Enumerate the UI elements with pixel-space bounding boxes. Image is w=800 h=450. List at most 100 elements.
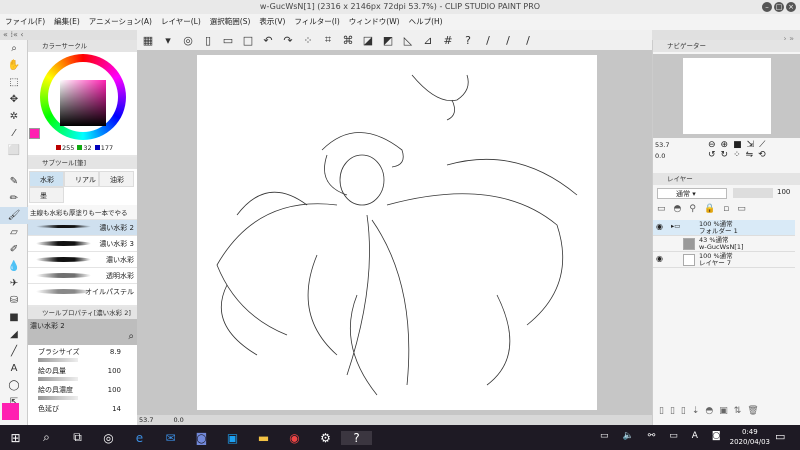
layer-row-folder[interactable]: ◉ ▸▭ 100 %通常 フォルダー 1 <box>653 220 795 236</box>
move-tool-icon[interactable]: ✥ <box>0 91 28 108</box>
discord-icon[interactable]: ◙ <box>186 431 217 445</box>
pen-tool-icon[interactable]: ✎ <box>0 173 28 190</box>
saturation-value-square[interactable] <box>60 80 106 126</box>
menu-help[interactable]: ヘルプ(H) <box>409 14 443 30</box>
notification-icon[interactable]: ▭ <box>775 430 785 443</box>
search-icon[interactable]: ⌕ <box>31 430 62 445</box>
prop-slider[interactable] <box>38 396 78 400</box>
file-explorer-icon[interactable]: ▬ <box>248 431 279 445</box>
figure-tool-icon[interactable]: ◢ <box>0 326 28 343</box>
crop-icon[interactable]: ⌗ <box>321 33 335 47</box>
eyedropper-icon[interactable]: ⁄ <box>0 125 28 142</box>
eraser-tool-icon[interactable]: ▱ <box>0 224 28 241</box>
mail-icon[interactable]: ✉ <box>155 431 186 445</box>
clock[interactable]: 0:49 2020/04/03 <box>730 427 770 447</box>
maximize-button[interactable]: □ <box>774 2 784 12</box>
brush-item[interactable]: 透明水彩 <box>28 267 137 283</box>
layer-row[interactable]: 43 %通常 w-GucWsN[1] <box>653 236 795 252</box>
prop-slider[interactable] <box>38 377 78 381</box>
selection-icon[interactable]: ⬜ <box>0 142 28 159</box>
operation-tool-icon[interactable]: ⬚ <box>0 74 28 91</box>
minimize-button[interactable]: – <box>762 2 772 12</box>
layer-bottom-toolbar[interactable]: ▯▯▯⇣◓▣⇅🗑 <box>659 406 765 416</box>
layer-toolbar[interactable]: ▭◓⚲🔒▫▭ <box>657 204 754 214</box>
eye-icon[interactable]: ◉ <box>656 255 663 263</box>
undo-icon[interactable]: ↶ <box>261 34 275 47</box>
pen-icon-2[interactable]: / <box>501 34 515 47</box>
clear-icon[interactable]: ◪ <box>361 34 375 47</box>
redo-icon[interactable]: ↷ <box>281 34 295 47</box>
tool-property-tab[interactable]: ツールプロパティ[濃い水彩 2] <box>28 307 137 319</box>
category-ink[interactable]: 墨 <box>29 187 64 203</box>
magnify-icon[interactable]: ⌕ <box>128 331 134 342</box>
save-icon[interactable]: □ <box>241 34 255 47</box>
prop-paint-amount[interactable]: 絵の具量 100 <box>28 364 137 383</box>
category-oil[interactable]: 油彩 <box>99 171 134 187</box>
prop-slider[interactable] <box>38 358 78 362</box>
deselect-icon[interactable]: ⁘ <box>301 34 315 47</box>
main-color-swatch[interactable] <box>2 403 19 420</box>
zoom-tool-icon[interactable]: ⌕ <box>0 40 28 57</box>
special-ruler-icon[interactable]: ⊿ <box>421 34 435 47</box>
windows-start-icon[interactable]: ⊞ <box>0 431 31 445</box>
status-rotation[interactable]: 0.0 <box>173 415 183 425</box>
new-file-icon[interactable]: ▯ <box>201 34 215 47</box>
navigator-tab[interactable]: ナビゲーター <box>653 40 800 52</box>
system-tray-icons[interactable]: ▭🔈⚯▭A◙ <box>600 431 735 441</box>
navigator-preview[interactable] <box>653 54 800 138</box>
pen-icon-3[interactable]: / <box>521 34 535 47</box>
twitter-icon[interactable]: ▣ <box>217 431 248 445</box>
status-zoom[interactable]: 53.7 <box>139 415 153 425</box>
menu-layer[interactable]: レイヤー(L) <box>161 14 201 30</box>
subtool-tab[interactable]: サブツール[筆] <box>28 157 137 169</box>
prop-value[interactable]: 100 <box>108 367 121 375</box>
menu-filter[interactable]: フィルター(I) <box>294 14 339 30</box>
clip-studio-icon[interactable]: ◎ <box>181 34 195 47</box>
prop-paint-density[interactable]: 絵の具濃度 100 <box>28 383 137 402</box>
prop-value[interactable]: 100 <box>108 386 121 394</box>
nav-buttons[interactable]: ⊖⊕■⇲⟋ ↺↻⁘⇋⟲ <box>708 140 771 160</box>
menu-file[interactable]: ファイル(F) <box>5 14 45 30</box>
decoration-tool-icon[interactable]: ✐ <box>0 241 28 258</box>
prop-value[interactable]: 8.9 <box>110 348 121 356</box>
line-tool-icon[interactable]: ╱ <box>0 343 28 360</box>
dropdown-icon[interactable]: ▾ <box>161 34 175 47</box>
opacity-value[interactable]: 100 <box>777 188 790 196</box>
pen-icon[interactable]: / <box>481 34 495 47</box>
fill-tool-icon[interactable]: ⛁ <box>0 292 28 309</box>
brush-item[interactable]: 濃い水彩 3 <box>28 235 137 251</box>
gradient-tool-icon[interactable]: ■ <box>0 309 28 326</box>
category-real[interactable]: リアル <box>64 171 99 187</box>
prop-color-stretch[interactable]: 色延び 14 <box>28 402 137 421</box>
settings-icon[interactable]: ⚙ <box>310 431 341 445</box>
menu-selection[interactable]: 選択範囲(S) <box>210 14 251 30</box>
prop-brush-size[interactable]: ブラシサイズ 8.9 <box>28 345 137 364</box>
nav-zoom-value[interactable]: 53.7 <box>655 140 669 151</box>
menu-edit[interactable]: 編集(E) <box>54 14 80 30</box>
brush-tool-icon[interactable]: 🖌 <box>0 207 28 224</box>
hand-tool-icon[interactable]: ✋ <box>0 57 28 74</box>
close-button[interactable]: × <box>786 2 796 12</box>
balloon-tool-icon[interactable]: ◯ <box>0 377 28 394</box>
edge-icon[interactable]: e <box>124 431 155 445</box>
chrome-icon[interactable]: ◉ <box>279 431 310 445</box>
menu-view[interactable]: 表示(V) <box>259 14 285 30</box>
menu-window[interactable]: ウィンドウ(W) <box>349 14 400 30</box>
prop-value[interactable]: 14 <box>112 405 121 413</box>
drawing-canvas[interactable] <box>197 55 597 410</box>
brush-item[interactable]: 濃い水彩 2 <box>28 219 137 235</box>
grid-icon[interactable]: ▦ <box>141 34 155 47</box>
text-tool-icon[interactable]: A <box>0 360 28 377</box>
category-watercolor[interactable]: 水彩 <box>29 171 64 187</box>
airbrush-tool-icon[interactable]: ✈ <box>0 275 28 292</box>
brush-item[interactable]: 濃い水彩 <box>28 251 137 267</box>
color-circle-tab[interactable]: カラーサークル <box>28 40 137 52</box>
blend-tool-icon[interactable]: 💧 <box>0 258 28 275</box>
foreground-color-swatch[interactable] <box>29 128 40 139</box>
eye-icon[interactable]: ◉ <box>656 223 663 231</box>
fill-icon[interactable]: ◩ <box>381 34 395 47</box>
clip-studio-app-icon[interactable]: ◎ <box>93 431 124 445</box>
menu-animation[interactable]: アニメーション(A) <box>89 14 152 30</box>
clip-studio-paint-icon[interactable]: ? <box>341 430 372 445</box>
transform-icon[interactable]: ⌘ <box>341 34 355 47</box>
